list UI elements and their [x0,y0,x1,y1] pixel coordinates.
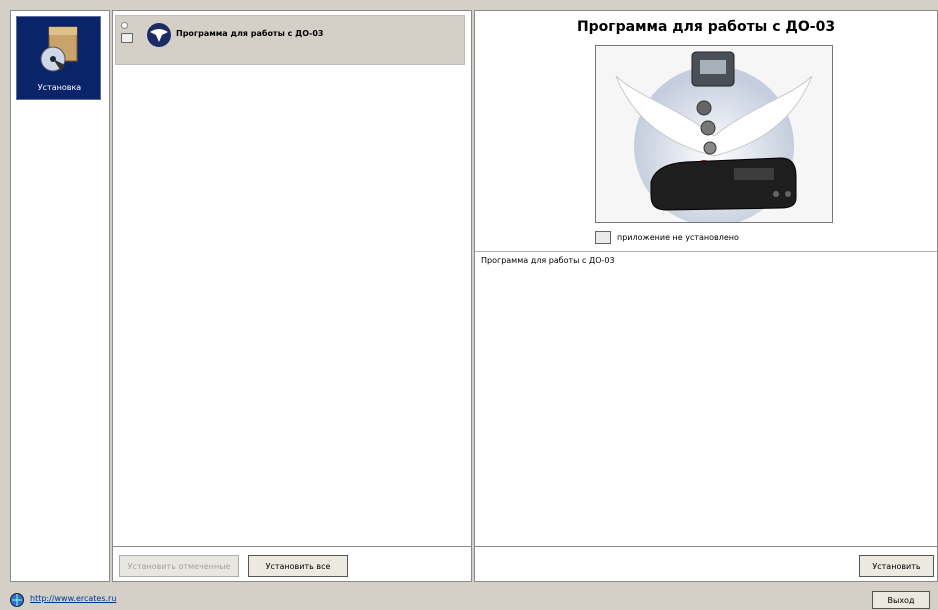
website-link[interactable]: http://www.ercates.ru [30,594,116,603]
status-icon [595,231,611,244]
install-button[interactable]: Установить [859,555,934,577]
exit-button[interactable]: Выход [872,591,930,609]
details-panel: Программа для работы с ДО-03 приложение … [474,10,938,582]
status-text: приложение не установлено [617,233,739,242]
nav-item-install[interactable]: Установка [16,16,101,100]
app-list-panel: Программа для работы с ДО-03 Установить … [112,10,472,582]
category-panel: Установка [10,10,110,582]
globe-icon [10,593,24,607]
install-package-icon [35,25,83,75]
description-text: Программа для работы с ДО-03 [481,256,615,265]
page-title: Программа для работы с ДО-03 [576,19,836,35]
details-footer: Установить [475,546,937,581]
product-image [595,45,833,223]
select-radio[interactable] [121,22,128,29]
nav-item-label: Установка [37,83,82,92]
status-bar: http://www.ercates.ru Выход [0,588,938,610]
description-area: Программа для работы с ДО-03 [475,251,937,546]
list-item-label: Программа для работы с ДО-03 [176,29,324,38]
list-footer: Установить отмеченные Установить все [113,546,471,581]
install-all-button[interactable]: Установить все [248,555,348,577]
dove-app-icon [146,22,172,48]
install-selected-button[interactable]: Установить отмеченные [119,555,239,577]
install-checkbox[interactable] [121,33,133,43]
list-item[interactable]: Программа для работы с ДО-03 [115,15,465,65]
